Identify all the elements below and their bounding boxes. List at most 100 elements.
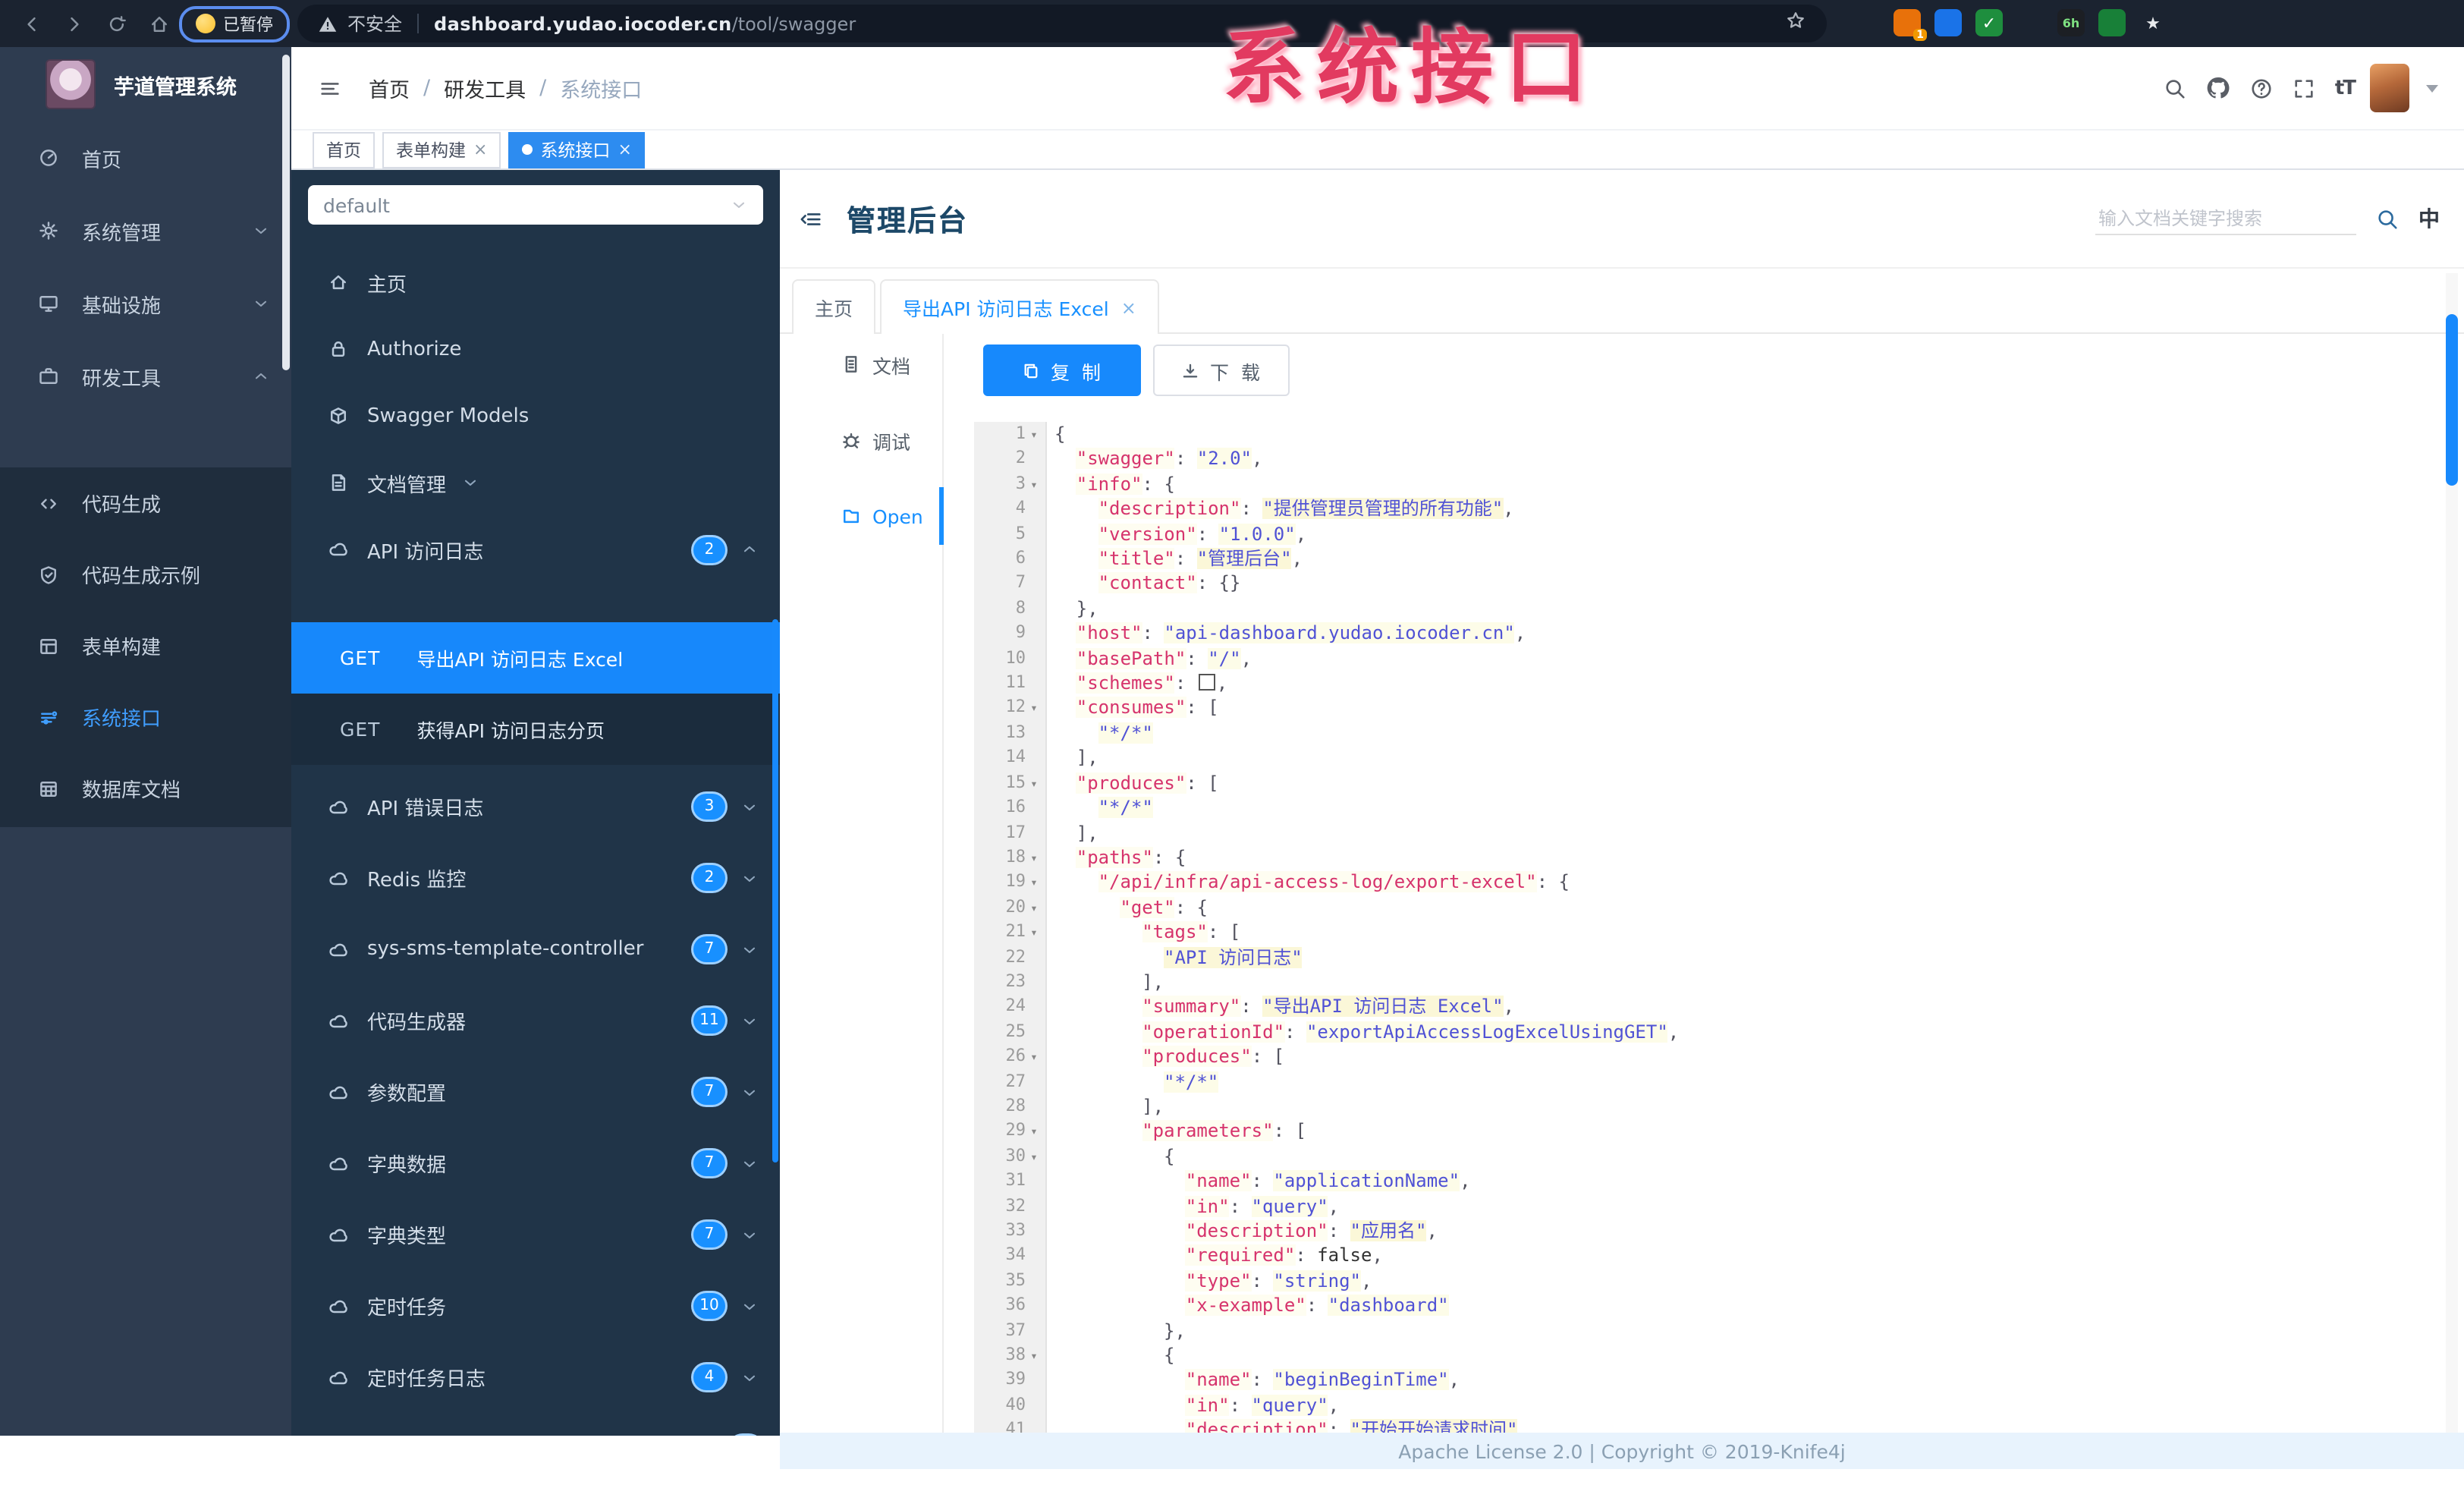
api-group-岗位[interactable]: 岗位 <box>291 1413 780 1436</box>
github-icon[interactable] <box>2206 76 2230 100</box>
line-number: 31 <box>1005 1170 1026 1191</box>
doc-tab-导出API 访问日志 Excel[interactable]: 导出API 访问日志 Excel × <box>880 279 1159 334</box>
line-number: 21 ▾ <box>974 920 1045 945</box>
paused-pill[interactable]: 已暂停 <box>179 5 290 42</box>
code-line: 24 "summary": "导出API 访问日志 Excel", <box>974 995 2443 1020</box>
api-group-Swagger Models[interactable]: Swagger Models <box>291 382 780 449</box>
close-icon[interactable]: × <box>473 140 487 159</box>
tag-chip-首页[interactable]: 首页 <box>313 131 375 168</box>
api-group-代码生成器[interactable]: 代码生成器 11 <box>291 985 780 1056</box>
api-group-sys-sms-template-controller[interactable]: sys-sms-template-controller 7 <box>291 914 780 985</box>
download-button[interactable]: 下 载 <box>1153 345 1290 396</box>
breadcrumb-item[interactable]: 研发工具 <box>444 73 526 103</box>
api-group-文档管理[interactable]: 文档管理 <box>291 449 780 516</box>
code-token: "query" <box>1251 1195 1328 1217</box>
sidebar-item-首页[interactable]: 首页 <box>0 121 291 194</box>
side-tab-调试[interactable]: 调试 <box>780 410 942 470</box>
doc-tab-主页[interactable]: 主页 <box>792 279 876 334</box>
fold-arrow-icon[interactable]: ▾ <box>1026 921 1042 946</box>
extension-location[interactable] <box>1934 9 1962 36</box>
extension-sprout[interactable] <box>2098 9 2126 36</box>
sidebar-item-label: 数据库文档 <box>82 780 181 803</box>
side-tab-label: 调试 <box>872 430 911 453</box>
bookmark-star-icon[interactable] <box>1786 11 1806 30</box>
api-group-字典类型[interactable]: 字典类型 7 <box>291 1199 780 1270</box>
api-group-Redis 监控[interactable]: Redis 监控 2 <box>291 842 780 914</box>
breadcrumb-separator: / <box>539 76 547 100</box>
side-tab-Open[interactable]: Open <box>780 486 942 546</box>
api-operation[interactable]: GET 导出API 访问日志 Excel <box>291 622 780 694</box>
fold-arrow-icon[interactable]: ▾ <box>1026 1046 1042 1071</box>
sidebar-scrollbar[interactable] <box>282 55 290 370</box>
fold-arrow-icon[interactable]: ▾ <box>1026 896 1042 921</box>
forward-icon[interactable] <box>64 13 85 34</box>
operation-label: 导出API 访问日志 Excel <box>416 648 624 671</box>
fold-arrow-icon[interactable]: ▾ <box>1026 847 1042 872</box>
api-group-字典数据[interactable]: 字典数据 7 <box>291 1128 780 1199</box>
help-icon[interactable] <box>2250 77 2273 99</box>
doc-search-input[interactable] <box>2095 203 2356 234</box>
extension-green-check[interactable]: ✓ <box>1975 9 2003 36</box>
hamburger-icon[interactable] <box>319 77 341 99</box>
api-group-select[interactable]: default <box>308 185 763 225</box>
font-size-icon[interactable]: tT <box>2335 77 2356 99</box>
extension-6h[interactable]: 6h <box>2057 9 2085 36</box>
sidebar-item-研发工具[interactable]: 研发工具 <box>0 340 291 413</box>
api-operation[interactable]: GET 获得API 访问日志分页 <box>291 694 780 765</box>
back-icon[interactable] <box>21 13 42 34</box>
sidebar-item-代码生成示例[interactable]: 代码生成示例 <box>0 539 291 610</box>
user-avatar[interactable] <box>2370 64 2409 112</box>
code-text: "name": "applicationName", <box>1045 1169 1471 1194</box>
api-group-API 错误日志[interactable]: API 错误日志 3 <box>291 771 780 842</box>
extension-star[interactable]: ★ <box>2139 9 2167 36</box>
scroll-thumb[interactable] <box>2446 314 2458 486</box>
cloud-icon <box>325 1010 352 1031</box>
sidebar-item-系统管理[interactable]: 系统管理 <box>0 194 291 267</box>
api-group-定时任务[interactable]: 定时任务 10 <box>291 1270 780 1342</box>
http-method: GET <box>340 647 381 669</box>
close-icon[interactable]: × <box>618 140 631 159</box>
api-group-主页[interactable]: 主页 <box>291 249 780 316</box>
side-tab-文档[interactable]: 文档 <box>780 334 942 395</box>
sidebar-item-代码生成[interactable]: 代码生成 <box>0 467 291 539</box>
fold-arrow-icon[interactable]: ▾ <box>1026 872 1042 897</box>
code-token: }, <box>1164 1320 1186 1342</box>
fold-arrow-icon[interactable]: ▾ <box>1026 772 1042 797</box>
fold-arrow-icon[interactable]: ▾ <box>1026 1146 1042 1171</box>
api-group-API 访问日志[interactable]: API 访问日志 2 <box>291 516 780 583</box>
avatar-caret-icon[interactable] <box>2425 80 2440 96</box>
api-group-Authorize[interactable]: Authorize <box>291 316 780 382</box>
tag-chip-表单构建[interactable]: 表单构建 × <box>382 131 501 168</box>
tag-chip-系统接口[interactable]: 系统接口 × <box>508 131 646 168</box>
collapse-menu-icon[interactable] <box>800 207 822 230</box>
breadcrumb-item[interactable]: 首页 <box>369 73 410 103</box>
fold-arrow-icon[interactable]: ▾ <box>1026 423 1042 448</box>
fold-arrow-icon[interactable]: ▾ <box>1026 474 1042 499</box>
sidebar-item-系统接口[interactable]: 系统接口 <box>0 681 291 753</box>
swagger-scrollbar[interactable] <box>772 619 778 1163</box>
code-text: "info": { <box>1045 472 1175 497</box>
api-group-定时任务日志[interactable]: 定时任务日志 4 <box>291 1342 780 1413</box>
chevron-down-icon <box>737 798 762 816</box>
extension-orange[interactable]: 1 <box>1894 9 1927 41</box>
code-token: "summary" <box>1142 996 1241 1018</box>
close-icon[interactable]: × <box>1121 297 1136 318</box>
json-editor[interactable]: 1 ▾{2 "swagger": "2.0", 3 ▾ "info": {4 "descri… <box>974 422 2443 1433</box>
extension-text: 6h <box>2062 16 2080 30</box>
extension-grid[interactable] <box>2016 9 2044 36</box>
code-token: "name" <box>1185 1170 1252 1192</box>
sidebar-item-基础设施[interactable]: 基础设施 <box>0 267 291 340</box>
api-group-参数配置[interactable]: 参数配置 7 <box>291 1056 780 1128</box>
fold-arrow-icon[interactable]: ▾ <box>1026 697 1042 722</box>
reload-icon[interactable] <box>106 13 127 34</box>
fullscreen-icon[interactable] <box>2293 77 2315 99</box>
sidebar-item-数据库文档[interactable]: 数据库文档 <box>0 753 291 824</box>
language-icon[interactable]: 中 <box>2418 203 2440 234</box>
sidebar-item-表单构建[interactable]: 表单构建 <box>0 610 291 681</box>
fold-arrow-icon[interactable]: ▾ <box>1026 1345 1042 1370</box>
fold-arrow-icon[interactable]: ▾ <box>1026 1121 1042 1146</box>
search-icon[interactable] <box>2164 77 2186 99</box>
browser-home-icon[interactable] <box>149 13 170 34</box>
doc-search-icon[interactable] <box>2376 207 2399 230</box>
copy-button[interactable]: 复 制 <box>983 345 1141 396</box>
